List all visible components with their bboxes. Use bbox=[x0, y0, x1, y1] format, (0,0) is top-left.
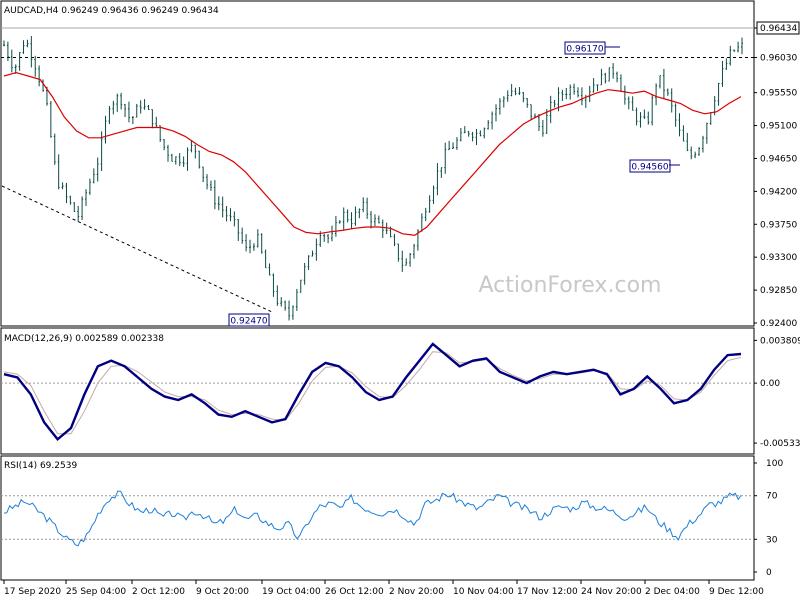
x-tick-label: 19 Oct 04:00 bbox=[262, 587, 321, 597]
price-tick-label: 0.94650 bbox=[760, 154, 797, 164]
macd-tick-label: -0.005339 bbox=[760, 439, 800, 449]
macd-panel bbox=[0, 327, 755, 455]
price-tick-label: 0.93300 bbox=[760, 253, 797, 263]
rsi-panel bbox=[0, 455, 755, 581]
price-tick-label: 0.96434 bbox=[760, 24, 797, 34]
x-tick-label: 17 Nov 12:00 bbox=[517, 587, 578, 597]
x-tick-label: 26 Oct 12:00 bbox=[325, 587, 384, 597]
price-tick-label: 0.94200 bbox=[760, 187, 797, 197]
x-tick-label: 9 Oct 20:00 bbox=[196, 587, 249, 597]
rsi-tick-label: 0 bbox=[766, 568, 772, 578]
price-annotation: 0.92470 bbox=[230, 317, 267, 327]
macd-tick-label: 0.003809 bbox=[760, 336, 800, 346]
x-tick-label: 2 Oct 12:00 bbox=[132, 587, 185, 597]
rsi-tick-label: 30 bbox=[766, 535, 778, 545]
x-tick-label: 2 Nov 20:00 bbox=[389, 587, 444, 597]
price-annotation: 0.94560 bbox=[631, 163, 668, 173]
price-tick-label: 0.95100 bbox=[760, 122, 797, 132]
macd-label: MACD(12,26,9) 0.002589 0.002338 bbox=[4, 334, 164, 344]
x-tick-label: 2 Dec 04:00 bbox=[645, 587, 700, 597]
price-tick-label: 0.92850 bbox=[760, 286, 797, 296]
forex-chart: ActionForex.com 0.96434 0.96030 0.95550 0.95… bbox=[0, 0, 800, 597]
price-annotation: 0.96170 bbox=[566, 45, 603, 55]
price-tick-label: 0.93750 bbox=[760, 220, 797, 230]
rsi-tick-label: 100 bbox=[766, 459, 783, 469]
x-tick-label: 17 Sep 2020 bbox=[4, 587, 61, 597]
x-tick-label: 24 Nov 20:00 bbox=[581, 587, 642, 597]
price-tick-label: 0.92400 bbox=[760, 319, 797, 329]
price-tick-label: 0.95550 bbox=[760, 89, 797, 99]
x-tick-label: 10 Nov 04:00 bbox=[453, 587, 514, 597]
x-tick-label: 25 Sep 04:00 bbox=[66, 587, 126, 597]
watermark: ActionForex.com bbox=[479, 273, 662, 298]
macd-tick-label: 0.00 bbox=[760, 379, 780, 389]
rsi-label: RSI(14) 69.2539 bbox=[4, 461, 77, 471]
x-tick-label: 9 Dec 12:00 bbox=[709, 587, 764, 597]
chart-title: AUDCAD,H4 0.96249 0.96436 0.96249 0.9643… bbox=[4, 6, 219, 16]
price-tick-label: 0.96030 bbox=[760, 54, 797, 64]
rsi-tick-label: 70 bbox=[766, 492, 778, 502]
